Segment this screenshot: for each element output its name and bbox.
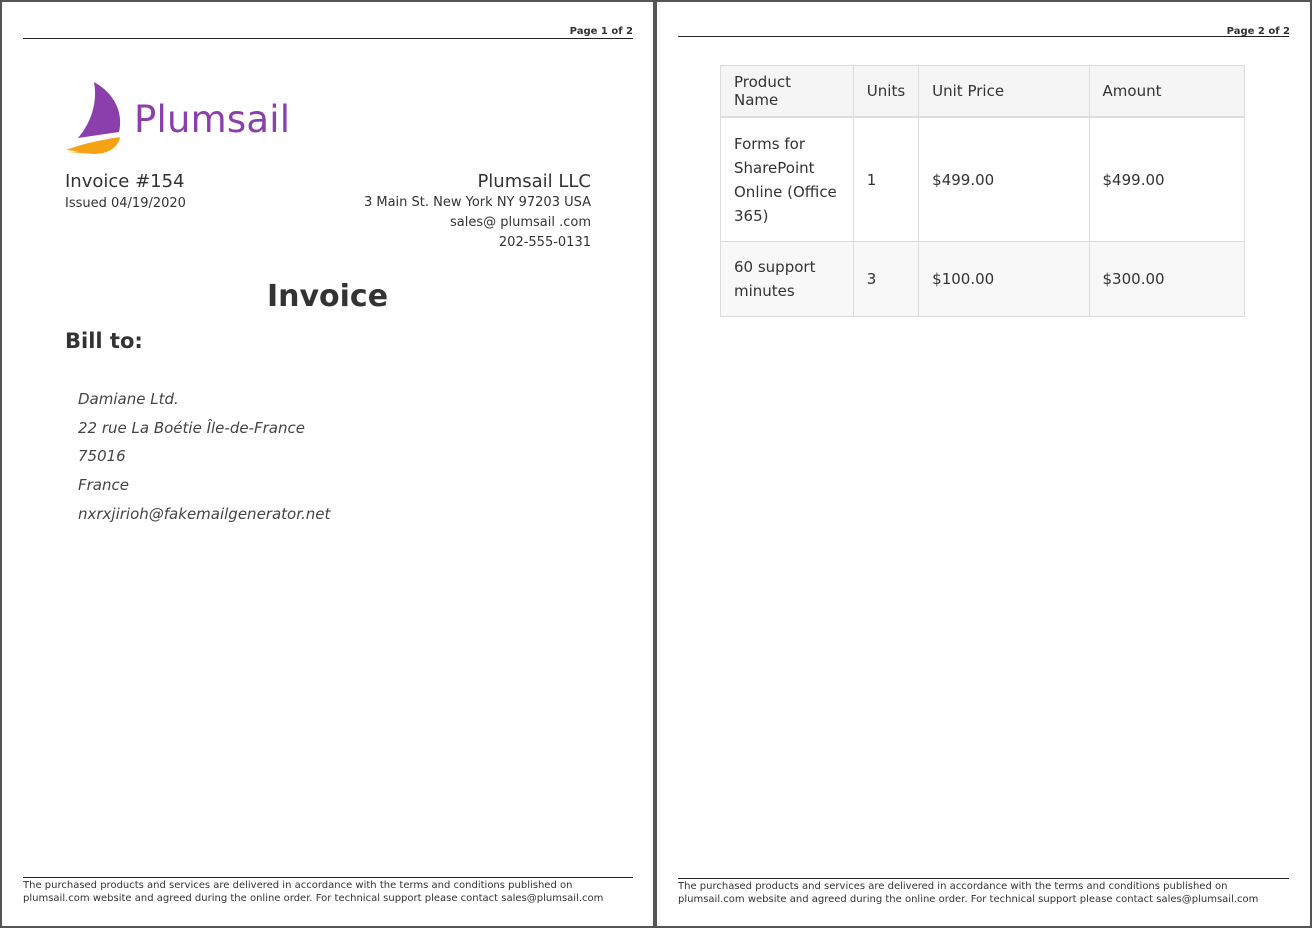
company-block: Plumsail LLC 3 Main St. New York NY 9720…: [364, 171, 591, 253]
product-name-cell: 60 support minutes: [720, 241, 854, 317]
unit-price-cell: $100.00: [918, 241, 1090, 317]
bill-to-heading: Bill to:: [65, 329, 143, 353]
bill-to-street: 22 rue La Boétie Île-de-France: [78, 418, 305, 437]
plumsail-logo: Plumsail: [64, 80, 304, 156]
document-title: Invoice: [266, 279, 389, 314]
company-email: sales@ plumsail .com: [449, 215, 591, 230]
units-cell: 1: [852, 116, 920, 242]
header-rule: [23, 38, 633, 39]
footer-rule: [23, 877, 633, 878]
table-row: 60 support minutes 3 $100.00 $300.00: [720, 241, 1246, 317]
column-header-unit-price: Unit Price: [918, 65, 1090, 118]
bill-to-company: Damiane Ltd.: [78, 390, 179, 408]
column-header-product-name: Product Name: [720, 65, 854, 118]
footer-text: The purchased products and services are …: [23, 879, 603, 905]
table-header-row: Product Name Units Unit Price Amount: [720, 65, 1246, 118]
products-table: Product Name Units Unit Price Amount For…: [720, 65, 1246, 317]
company-name: Plumsail LLC: [477, 171, 591, 192]
column-header-amount: Amount: [1088, 65, 1246, 118]
page-2: Page 2 of 2 Product Name Units Unit Pric…: [657, 2, 1310, 926]
header-rule: [678, 36, 1289, 37]
amount-cell: $499.00: [1088, 116, 1246, 242]
column-header-units: Units: [852, 65, 920, 118]
bill-to-address: Damiane Ltd. 22 rue La Boétie Île-de-Fra…: [78, 385, 330, 529]
unit-price-cell: $499.00: [918, 116, 1090, 242]
footer-line-1: The purchased products and services are …: [23, 880, 573, 891]
page-1: Page 1 of 2 Plumsail Invoice #154 Issued…: [2, 2, 653, 926]
table-row: Forms for SharePoint Online (Office 365)…: [720, 116, 1246, 242]
company-address: 3 Main St. New York NY 97203 USA: [363, 195, 591, 210]
footer-line-2: plumsail.com website and agreed during t…: [23, 893, 604, 904]
logo-wordmark: Plumsail: [134, 98, 291, 141]
footer-line-2: plumsail.com website and agreed during t…: [678, 894, 1259, 905]
issued-date: Issued 04/19/2020: [65, 196, 186, 211]
product-name-cell: Forms for SharePoint Online (Office 365): [720, 116, 854, 242]
bill-to-postal-code: 75016: [78, 447, 126, 466]
footer-rule: [678, 878, 1289, 879]
footer-line-1: The purchased products and services are …: [678, 881, 1228, 892]
footer-text: The purchased products and services are …: [678, 880, 1258, 906]
bill-to-country: France: [78, 476, 129, 495]
bill-to-email: nxrxjirioh@fakemailgenerator.net: [78, 504, 331, 523]
page-number: Page 1 of 2: [569, 26, 633, 37]
units-cell: 3: [852, 241, 920, 317]
company-phone: 202-555-0131: [498, 235, 591, 250]
invoice-number: Invoice #154: [65, 171, 185, 192]
amount-cell: $300.00: [1088, 241, 1246, 317]
sail-logo-icon: [66, 82, 122, 154]
